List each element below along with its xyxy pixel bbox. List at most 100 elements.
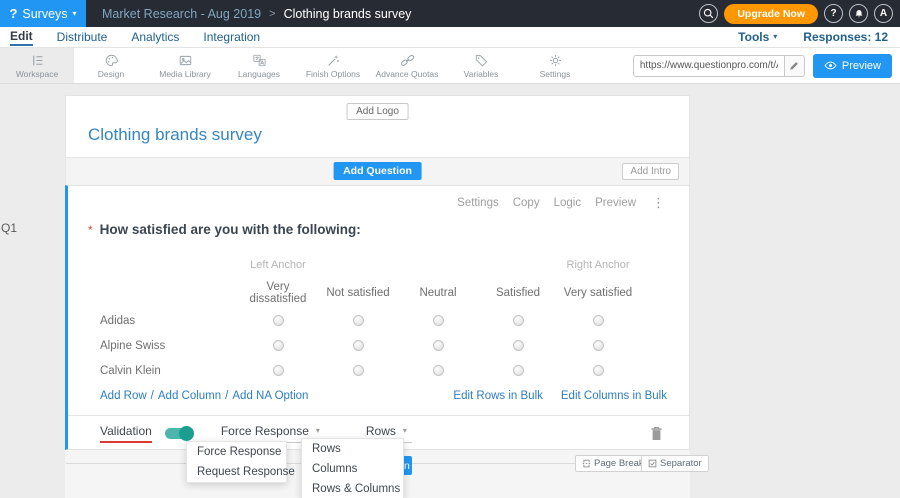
toolbar-item-design[interactable]: Design [74,48,148,83]
toolbar-item-label: Settings [540,69,571,79]
radio-calvin-klein-not-satisfied[interactable] [353,365,364,376]
matrix-row-calvin-klein: Calvin Klein [68,358,689,383]
page-break-button[interactable]: Page Break [575,455,651,472]
matrix-cell [478,340,558,351]
menu-option-force-response[interactable]: Force Response [187,442,286,462]
question-number-label: Q1 [1,221,17,235]
matrix-cell [238,365,318,376]
matrix-cell [398,315,478,326]
chevron-down-icon: ▾ [316,426,320,435]
menu-option-request-response[interactable]: Request Response [187,462,286,482]
menu-option-columns[interactable]: Columns [302,459,403,479]
link-add-row[interactable]: Add Row [100,390,147,402]
column-header-satisfied: Satisfied [478,287,558,299]
radio-calvin-klein-very-dissatisfied[interactable] [273,365,284,376]
toolbar-item-variables[interactable]: Variables [444,48,518,83]
validation-label: Validation [100,424,152,443]
radio-adidas-neutral[interactable] [433,315,444,326]
nav-item-distribute[interactable]: Distribute [57,30,108,44]
survey-header-card: Add Logo Clothing brands survey [65,95,690,158]
help-button[interactable]: ? [824,4,843,23]
surveys-product-menu[interactable]: ? Surveys ▾ [0,0,86,27]
radio-alpine-swiss-not-satisfied[interactable] [353,340,364,351]
breadcrumb-survey-name: Clothing brands survey [284,7,412,21]
upgrade-now-button[interactable]: Upgrade Now [724,4,818,24]
topbar-actions: Upgrade Now ? A [699,4,900,24]
matrix-cell [478,315,558,326]
pencil-icon [789,61,799,71]
matrix-cell [238,340,318,351]
toolbar-item-advance-quotas[interactable]: Advance Quotas [370,48,444,83]
toolbar-item-languages[interactable]: Languages [222,48,296,83]
search-button[interactable] [699,4,718,23]
toolbar-item-media-library[interactable]: Media Library [148,48,222,83]
question-action-copy[interactable]: Copy [513,197,540,209]
separator-button[interactable]: Separator [641,455,709,472]
tools-menu[interactable]: Tools ▾ [738,30,777,44]
product-label: Surveys [22,7,67,21]
radio-calvin-klein-satisfied[interactable] [513,365,524,376]
page-break-label: Page Break [594,458,644,469]
menu-option-rows-columns[interactable]: Rows & Columns [302,479,403,498]
question-action-preview[interactable]: Preview [595,197,636,209]
row-label-adidas: Adidas [68,315,238,327]
radio-adidas-satisfied[interactable] [513,315,524,326]
nav-item-analytics[interactable]: Analytics [131,30,179,44]
radio-adidas-not-satisfied[interactable] [353,315,364,326]
workspace-icon [30,53,45,68]
toolbar-item-workspace[interactable]: Workspace [0,48,74,83]
breadcrumb-folder[interactable]: Market Research - Aug 2019 [102,7,261,21]
questionpro-logo-icon: ? [9,7,17,20]
radio-calvin-klein-neutral[interactable] [433,365,444,376]
responses-count-link[interactable]: Responses: 12 [803,30,888,44]
variables-icon [474,53,489,68]
nav-items: Edit Distribute Analytics Integration [10,29,260,46]
link-add-column[interactable]: Add Column [158,390,221,402]
survey-title[interactable]: Clothing brands survey [88,125,262,145]
question-card: Settings Copy Logic Preview ⋮ * How satisfi… [65,185,690,450]
radio-calvin-klein-very-satisfied[interactable] [593,365,604,376]
radio-alpine-swiss-very-satisfied[interactable] [593,340,604,351]
radio-adidas-very-dissatisfied[interactable] [273,315,284,326]
toolbar-right: Preview [633,48,900,83]
radio-adidas-very-satisfied[interactable] [593,315,604,326]
toolbar-item-label: Finish Options [306,69,360,79]
radio-alpine-swiss-satisfied[interactable] [513,340,524,351]
matrix-header-row: Very dissatisfiedNot satisfiedNeutralSat… [68,278,689,308]
validation-scope-menu: RowsColumnsRows & Columns [301,438,404,498]
radio-alpine-swiss-very-dissatisfied[interactable] [273,340,284,351]
menu-option-rows[interactable]: Rows [302,439,403,459]
nav-item-edit[interactable]: Edit [10,29,33,46]
add-intro-button[interactable]: Add Intro [622,163,679,180]
right-anchor-label: Right Anchor [558,259,638,271]
add-logo-button[interactable]: Add Logo [346,103,409,120]
notifications-button[interactable] [849,4,868,23]
kebab-menu-icon[interactable]: ⋮ [652,196,665,209]
delete-question-button[interactable] [650,426,663,441]
toolbar-item-finish-options[interactable]: Finish Options [296,48,370,83]
response-type-menu: Force ResponseRequest Response [186,441,287,483]
link-edit-rows-in-bulk[interactable]: Edit Rows in Bulk [453,390,542,402]
breadcrumb-separator: > [269,8,275,20]
separator-label: Separator [660,458,702,469]
link-edit-columns-in-bulk[interactable]: Edit Columns in Bulk [561,390,667,402]
toolbar-item-settings[interactable]: Settings [518,48,592,83]
matrix-cell [478,365,558,376]
validation-toggle[interactable] [165,428,192,439]
preview-button[interactable]: Preview [813,54,892,78]
toolbar-items: Workspace Design Media LibraryLanguages Fin… [0,48,592,83]
add-question-button[interactable]: Add Question [333,162,422,180]
toolbar-item-label: Design [98,69,124,79]
chevron-down-icon: ▾ [773,33,777,41]
question-text[interactable]: How satisfied are you with the following… [100,222,361,237]
question-action-settings[interactable]: Settings [457,197,499,209]
account-avatar[interactable]: A [874,4,893,23]
link-add-na-option[interactable]: Add NA Option [232,390,308,402]
question-action-logic[interactable]: Logic [554,197,582,209]
radio-alpine-swiss-neutral[interactable] [433,340,444,351]
matrix-cell [238,315,318,326]
question-text-row: * How satisfied are you with the followi… [88,222,361,237]
edit-url-button[interactable] [784,56,804,76]
survey-url-input[interactable] [634,60,784,71]
nav-item-integration[interactable]: Integration [203,30,260,44]
